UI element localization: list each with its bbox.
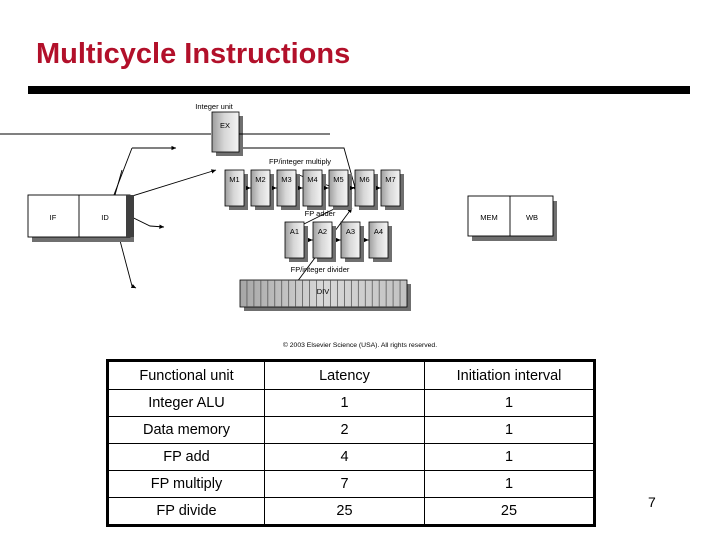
svg-text:M6: M6 (359, 175, 369, 184)
cell-functional-unit: Data memory (107, 416, 265, 444)
cell-initiation-interval: 25 (424, 497, 595, 526)
label-fp-integer-divider: FP/integer divider (291, 265, 350, 274)
svg-text:M2: M2 (255, 175, 265, 184)
stage-m6: M6 (354, 169, 378, 210)
cell-initiation-interval: 1 (424, 470, 595, 498)
cell-functional-unit: FP divide (107, 497, 265, 526)
stage-label-if: IF (50, 213, 57, 222)
latency-table-container: Functional unit Latency Initiation inter… (106, 359, 596, 527)
cell-initiation-interval: 1 (424, 443, 595, 471)
svg-text:A1: A1 (290, 227, 299, 236)
stage-a1: A1 (284, 221, 308, 262)
cell-latency: 4 (264, 443, 425, 471)
table-header-row: Functional unit Latency Initiation inter… (107, 360, 595, 390)
table-row: FP add 4 1 (107, 443, 595, 471)
figure-group-adder: FP adder A1 A2 A3 A4 (284, 209, 392, 262)
latency-table: Functional unit Latency Initiation inter… (106, 359, 596, 527)
stage-label-ex: EX (220, 121, 230, 130)
table-header-initiation-interval: Initiation interval (424, 360, 595, 390)
svg-text:M1: M1 (229, 175, 239, 184)
page-title: Multicycle Instructions (36, 38, 351, 70)
stage-label-mem: MEM (480, 213, 498, 222)
stage-a4: A4 (368, 221, 392, 262)
cell-functional-unit: FP multiply (107, 470, 265, 498)
label-fp-adder: FP adder (305, 209, 336, 218)
cell-latency: 1 (264, 389, 425, 417)
figure-group-integer-unit: Integer unit EX (195, 102, 243, 156)
cell-initiation-interval: 1 (424, 416, 595, 444)
label-fp-integer-multiply: FP/integer multiply (269, 157, 331, 166)
cell-functional-unit: FP add (107, 443, 265, 471)
label-integer-unit: Integer unit (195, 102, 233, 111)
svg-text:M5: M5 (333, 175, 343, 184)
figure-copyright: © 2003 Elsevier Science (USA). All right… (283, 341, 437, 349)
svg-text:M7: M7 (385, 175, 395, 184)
cell-latency: 7 (264, 470, 425, 498)
title-divider (28, 86, 690, 94)
stage-m1: M1 (224, 169, 248, 210)
figure-group-front-end: IF ID (27, 194, 134, 242)
stage-m2: M2 (250, 169, 274, 210)
stage-m4: M4 (302, 169, 326, 210)
svg-text:A3: A3 (346, 227, 355, 236)
slide: Multicycle Instructions Integer unit EX … (0, 0, 720, 540)
svg-text:M4: M4 (307, 175, 317, 184)
page-number: 7 (648, 494, 656, 510)
stage-label-wb: WB (526, 213, 538, 222)
stage-m5: M5 (328, 169, 352, 210)
stage-label-id: ID (101, 213, 109, 222)
stage-a3: A3 (340, 221, 364, 262)
figure-group-multiply: FP/integer multiply M1 M2 M3 M4 M5 M6 M7 (224, 157, 404, 210)
table-row: FP multiply 7 1 (107, 470, 595, 498)
stage-m7: M7 (380, 169, 404, 210)
figure-group-back-end: MEM WB (467, 195, 557, 241)
table-row: Data memory 2 1 (107, 416, 595, 444)
cell-functional-unit: Integer ALU (107, 389, 265, 417)
pipeline-diagram: Integer unit EX IF ID FP/integer multipl… (0, 96, 720, 358)
svg-text:A2: A2 (318, 227, 327, 236)
cell-initiation-interval: 1 (424, 389, 595, 417)
stage-m3: M3 (276, 169, 300, 210)
figure-group-divider: FP/integer divider DIV (239, 265, 411, 311)
svg-text:M3: M3 (281, 175, 291, 184)
stage-label-div: DIV (317, 287, 330, 296)
stage-a2: A2 (312, 221, 336, 262)
svg-text:A4: A4 (374, 227, 383, 236)
table-row: Integer ALU 1 1 (107, 389, 595, 417)
cell-latency: 25 (264, 497, 425, 526)
table-header-functional-unit: Functional unit (107, 360, 265, 390)
table-row: FP divide 25 25 (107, 497, 595, 526)
cell-latency: 2 (264, 416, 425, 444)
table-header-latency: Latency (264, 360, 425, 390)
